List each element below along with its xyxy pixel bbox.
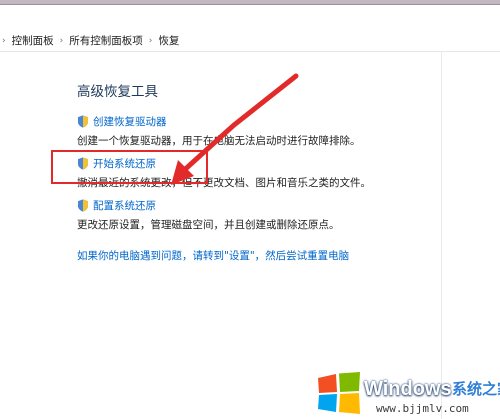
breadcrumb-item-all-items[interactable]: 所有控制面板项 xyxy=(69,33,143,48)
windows-logo-icon xyxy=(318,372,360,414)
create-recovery-drive-label: 创建恢复驱动器 xyxy=(93,116,167,128)
configure-system-restore-link[interactable]: 配置系统还原 xyxy=(77,198,340,213)
annotation-highlight-box xyxy=(51,150,208,184)
tool-configure-system-restore: 配置系统还原 更改还原设置，管理磁盘空间，并且创建或删除还原点。 xyxy=(77,198,340,232)
pane-divider xyxy=(441,52,442,419)
create-recovery-drive-description: 创建一个恢复驱动器，用于在电脑无法启动时进行故障排除。 xyxy=(77,135,361,147)
create-recovery-drive-link[interactable]: 创建恢复驱动器 xyxy=(77,114,361,129)
configure-system-restore-description: 更改还原设置，管理磁盘空间，并且创建或删除还原点。 xyxy=(77,219,340,231)
breadcrumb: › 控制面板 › 所有控制面板项 › 恢复 xyxy=(0,30,500,52)
configure-system-restore-label: 配置系统还原 xyxy=(93,200,156,212)
shield-icon xyxy=(77,199,89,212)
page-title: 高级恢复工具 xyxy=(77,84,158,100)
watermark-url: www.bjjmlv.com xyxy=(376,402,469,415)
breadcrumb-separator: › xyxy=(148,35,153,46)
breadcrumb-item-control-panel[interactable]: 控制面板 xyxy=(12,33,54,48)
breadcrumb-item-recovery[interactable]: 恢复 xyxy=(158,33,179,48)
shield-icon xyxy=(77,115,89,128)
window-top-border xyxy=(0,4,500,5)
reset-pc-settings-link[interactable]: 如果你的电脑遇到问题，请转到"设置"，然后尝试重置电脑 xyxy=(77,248,349,263)
breadcrumb-separator: › xyxy=(2,35,6,46)
watermark-brand: Windows xyxy=(364,378,452,400)
watermark-site-name: 系统之家 xyxy=(452,380,500,398)
tool-create-recovery-drive: 创建恢复驱动器 创建一个恢复驱动器，用于在电脑无法启动时进行故障排除。 xyxy=(77,114,361,148)
watermark: Windows 系统之家 www.bjjmlv.com xyxy=(312,370,500,419)
breadcrumb-separator: › xyxy=(59,35,64,46)
